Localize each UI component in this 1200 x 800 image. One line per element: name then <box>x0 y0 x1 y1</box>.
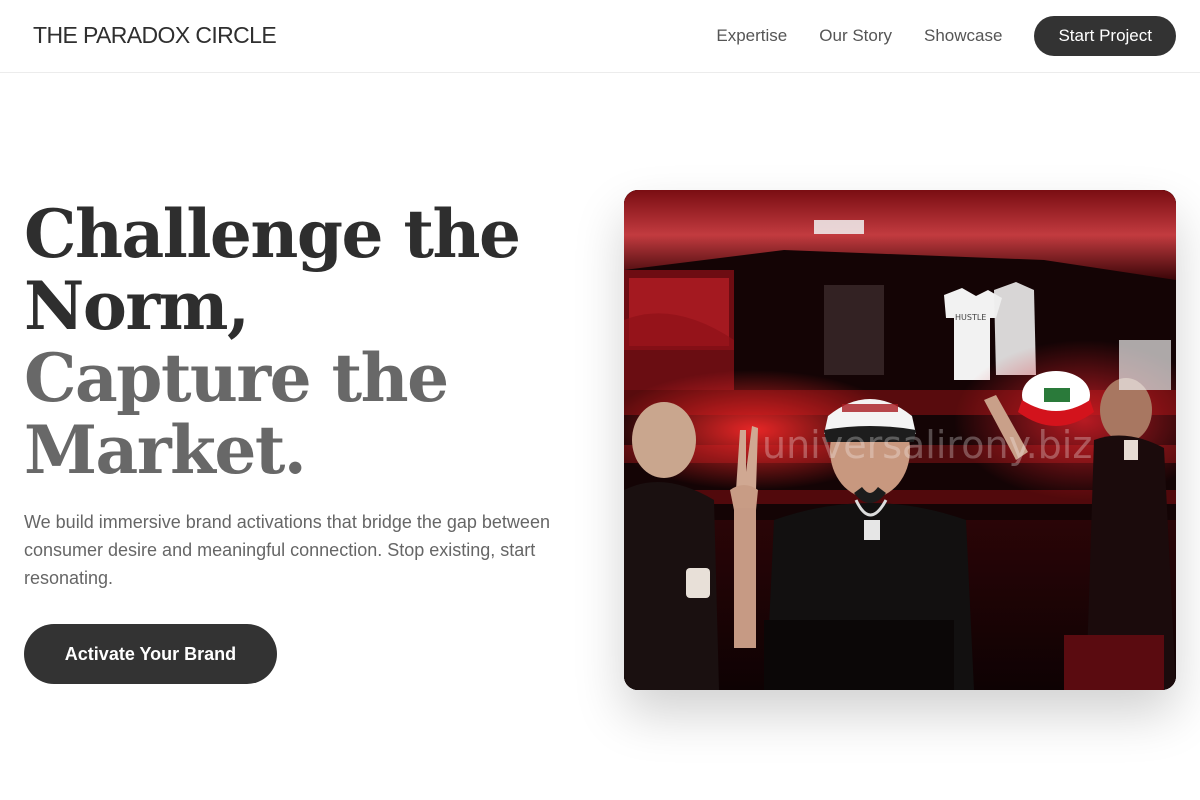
hero-title-line-4: Market. <box>24 411 307 489</box>
hero-title-line-2: Norm, <box>24 267 250 345</box>
nav-link-expertise[interactable]: Expertise <box>716 16 787 56</box>
hero-title-line-3: Capture the <box>24 339 449 417</box>
start-project-button[interactable]: Start Project <box>1034 16 1176 56</box>
nav-link-showcase[interactable]: Showcase <box>924 16 1002 56</box>
hero-title: Challenge the Norm, Capture the Market. <box>24 195 521 489</box>
tshirt-text: HUSTLE <box>955 313 986 322</box>
activate-brand-button[interactable]: Activate Your Brand <box>24 624 277 684</box>
hero-description: We build immersive brand activations tha… <box>24 512 550 588</box>
nav-link-our-story[interactable]: Our Story <box>819 16 892 56</box>
navbar: THE PARADOX CIRCLE Expertise Our Story S… <box>0 0 1200 73</box>
nav-links: Expertise Our Story Showcase Start Proje… <box>716 16 1176 56</box>
party-photo: HUSTLE universalirony.biz <box>624 190 1176 690</box>
hero-image: HUSTLE universalirony.biz <box>624 190 1176 690</box>
hero-title-line-1: Challenge the <box>24 195 521 273</box>
brand-logo[interactable]: THE PARADOX CIRCLE <box>33 22 277 49</box>
image-watermark: universalirony.biz <box>762 423 1092 467</box>
